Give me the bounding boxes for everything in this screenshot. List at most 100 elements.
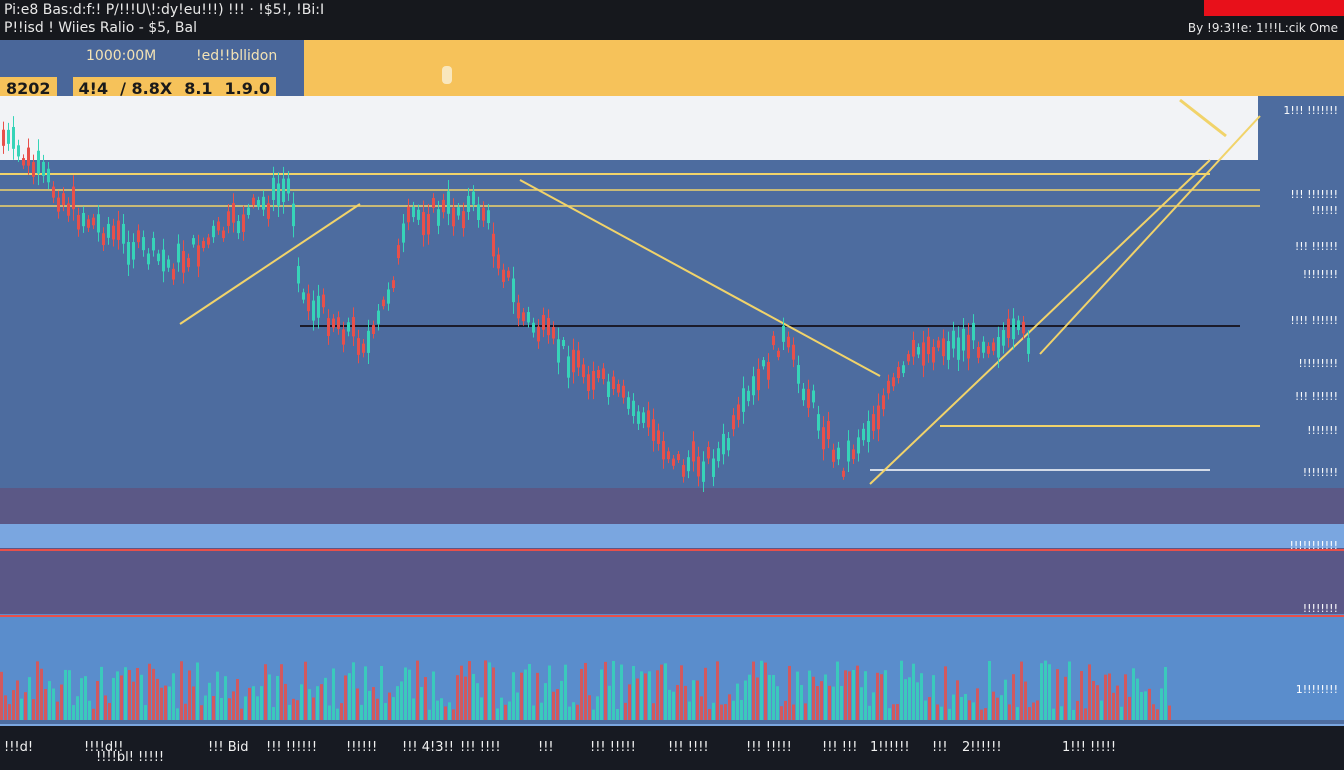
volume-bar bbox=[664, 663, 667, 720]
candle-body bbox=[787, 336, 790, 348]
volume-bar bbox=[732, 700, 735, 720]
volume-bar bbox=[84, 676, 87, 720]
volume-bar bbox=[692, 680, 695, 720]
volume-bar bbox=[840, 686, 843, 720]
chart-canvas[interactable] bbox=[0, 96, 1344, 724]
candle-body bbox=[652, 419, 655, 441]
volume-bar bbox=[304, 661, 307, 720]
price-label: !!!! !!!!!! bbox=[1290, 314, 1338, 327]
time-label: !!! 4!3!! bbox=[402, 740, 454, 755]
candle-body bbox=[992, 342, 995, 351]
candle-body bbox=[632, 400, 635, 417]
volume-bar bbox=[140, 674, 143, 720]
candle-body bbox=[987, 346, 990, 354]
candle-body bbox=[712, 458, 715, 477]
volume-bar bbox=[1008, 704, 1011, 720]
time-axis[interactable]: !!!d! !!!!d!! !!!!bl! !!!!! !!! Bid !!! … bbox=[0, 724, 1344, 770]
volume-bar bbox=[1120, 706, 1123, 720]
candle-body bbox=[852, 449, 855, 460]
volume-bar bbox=[160, 687, 163, 720]
volume-bar bbox=[936, 704, 939, 720]
price-chart[interactable] bbox=[0, 96, 1344, 724]
volume-bar bbox=[580, 668, 583, 720]
volume-bar bbox=[216, 671, 219, 720]
volume-bar bbox=[384, 703, 387, 720]
candle-body bbox=[662, 440, 665, 460]
candle-body bbox=[262, 196, 265, 210]
volume-bar bbox=[752, 661, 755, 720]
time-label: !!! Bid bbox=[208, 740, 249, 755]
volume-bar bbox=[716, 661, 719, 720]
volume-bar bbox=[236, 679, 239, 720]
price-label: !!!!!!!!!!! bbox=[1289, 539, 1338, 552]
volume-bar bbox=[1056, 669, 1059, 720]
volume-bar bbox=[468, 661, 471, 720]
candle-body bbox=[547, 318, 550, 336]
candle-body bbox=[222, 230, 225, 239]
candle-body bbox=[12, 126, 15, 149]
candle-body bbox=[687, 457, 690, 472]
ticker-handle-icon[interactable] bbox=[442, 66, 452, 84]
time-label: 2!!!!!! bbox=[962, 740, 1002, 755]
candle-body bbox=[7, 129, 10, 144]
candle-body bbox=[1022, 321, 1025, 334]
candle-body bbox=[132, 242, 135, 260]
candle-body bbox=[162, 249, 165, 272]
volume-bar bbox=[48, 681, 51, 720]
volume-bar bbox=[308, 689, 311, 720]
volume-bar bbox=[1064, 676, 1067, 720]
candle-body bbox=[742, 388, 745, 412]
candle-body bbox=[832, 449, 835, 462]
time-label: !!! !!!!! bbox=[590, 740, 636, 755]
volume-bar bbox=[332, 668, 335, 720]
volume-bar bbox=[76, 696, 79, 720]
candle-body bbox=[927, 336, 930, 355]
price-axis[interactable]: 1!!! !!!!!!! !!! !!!!!!! !!!!!! !!! !!!!… bbox=[1260, 96, 1344, 724]
volume-bar bbox=[1028, 707, 1031, 720]
volume-bar bbox=[588, 695, 591, 720]
candle-body bbox=[732, 415, 735, 430]
volume-bar bbox=[556, 689, 559, 720]
candle-body bbox=[437, 209, 440, 226]
candle-body bbox=[542, 314, 545, 330]
volume-bar bbox=[128, 670, 131, 720]
candle-body bbox=[482, 207, 485, 221]
candle-body bbox=[27, 147, 30, 166]
volume-bar bbox=[736, 683, 739, 720]
candle-body bbox=[422, 212, 425, 236]
volume-bar bbox=[400, 681, 403, 720]
candle-body bbox=[92, 217, 95, 226]
time-label: !!!d! bbox=[4, 740, 34, 755]
volume-bar bbox=[64, 669, 67, 720]
volume-bar bbox=[336, 708, 339, 720]
volume-bar bbox=[796, 671, 799, 720]
volume-bar bbox=[1020, 661, 1023, 720]
volume-bar bbox=[800, 685, 803, 720]
volume-bar bbox=[528, 664, 531, 720]
volume-bar bbox=[888, 708, 891, 720]
candle-body bbox=[702, 461, 705, 482]
candle-body bbox=[172, 268, 175, 280]
candle-body bbox=[87, 219, 90, 228]
candle-body bbox=[412, 206, 415, 218]
candle-body bbox=[157, 253, 160, 262]
volume-bar bbox=[300, 684, 303, 720]
candle-body bbox=[432, 198, 435, 208]
volume-bar bbox=[660, 664, 663, 720]
volume-bar bbox=[60, 684, 63, 720]
time-label: !!!!bl! !!!!! bbox=[96, 750, 165, 765]
candle-body bbox=[322, 294, 325, 308]
candle-body bbox=[947, 341, 950, 360]
candle-body bbox=[957, 337, 960, 360]
volume-bar bbox=[152, 668, 155, 720]
candle-body bbox=[982, 341, 985, 353]
candle-body bbox=[187, 258, 190, 268]
volume-bar bbox=[20, 698, 23, 720]
candle-body bbox=[397, 245, 400, 259]
volume-bar bbox=[200, 705, 203, 720]
volume-bar bbox=[884, 670, 887, 720]
volume-bar bbox=[8, 704, 11, 720]
candle-body bbox=[512, 278, 515, 303]
volume-bar bbox=[124, 667, 127, 720]
volume-bar bbox=[684, 685, 687, 720]
